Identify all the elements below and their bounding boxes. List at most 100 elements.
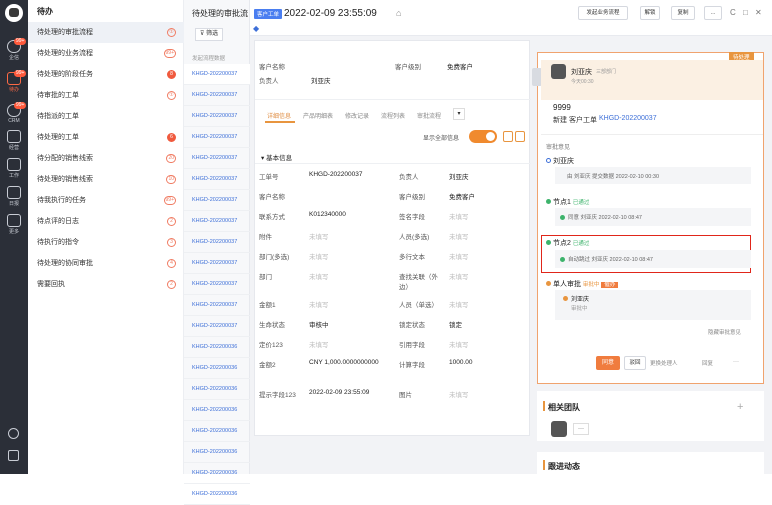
list-row[interactable]: KHGD-202200037 — [184, 85, 250, 106]
list-row[interactable]: KHGD-202200036 — [184, 337, 250, 358]
list-row[interactable]: KHGD-202200037 — [184, 316, 250, 337]
tab-approvals[interactable]: 审批流程 — [417, 111, 441, 120]
menu-item[interactable]: 待分配的销售线索 20 — [28, 148, 184, 169]
tab-history[interactable]: 修改记录 — [345, 111, 369, 120]
show-all-toggle[interactable] — [469, 130, 497, 143]
more-members-button[interactable]: ··· — [573, 423, 589, 435]
menu-item[interactable]: 待处理的阶段任务 8 — [28, 64, 184, 85]
team-avatar[interactable] — [551, 421, 567, 437]
field-value[interactable]: 刘亚庆 — [449, 171, 529, 181]
field-value[interactable]: KHGD-202200037 — [309, 171, 389, 178]
rail-item-more[interactable]: 更多 — [0, 214, 28, 235]
columns-icon[interactable] — [503, 131, 513, 142]
menu-item[interactable]: 待审批的工单 ① — [28, 85, 184, 106]
menu-item[interactable]: 待处理的工单 6 — [28, 127, 184, 148]
list-row[interactable]: KHGD-202200037 — [184, 169, 250, 190]
rail-item-work[interactable]: 工作 — [0, 158, 28, 179]
list-row[interactable]: KHGD-202200037 — [184, 148, 250, 169]
start-flow-button[interactable]: 发起业务流程 — [578, 6, 628, 20]
owner-label: 负责人 — [259, 78, 279, 85]
list-row[interactable]: KHGD-202200037 — [184, 295, 250, 316]
rail-label: 日报 — [8, 201, 19, 207]
rail-item-todo[interactable]: 待办 99+ — [0, 70, 28, 93]
list-row[interactable]: KHGD-202200037 — [184, 274, 250, 295]
rail-item-chat[interactable]: 企信 99+ — [0, 38, 28, 61]
menu-item[interactable]: 需要回执 2 — [28, 274, 184, 295]
field-value[interactable]: CNY 1,000.0000000000 — [309, 359, 389, 366]
tab-products[interactable]: 产品明细表 — [303, 111, 333, 120]
field-value[interactable]: 未填写 — [449, 211, 529, 221]
section-toggle[interactable]: ▾ 基本信息 — [261, 152, 292, 162]
field-value[interactable]: 未填写 — [449, 339, 529, 349]
pin-icon[interactable]: ◆ — [253, 24, 259, 33]
record-link[interactable]: KHGD-202200037 — [599, 115, 657, 122]
list-row[interactable]: KHGD-202200036 — [184, 442, 250, 463]
urge-button[interactable]: 催办 — [601, 282, 619, 288]
list-row[interactable]: KHGD-202200037 — [184, 253, 250, 274]
copy-button[interactable]: 复制 — [671, 6, 695, 20]
list-row[interactable]: KHGD-202200036 — [184, 379, 250, 400]
field-value[interactable]: 2022-02-09 23:55:09 — [309, 389, 389, 396]
menu-item[interactable]: 待处理的协同审批 4 — [28, 253, 184, 274]
list-row[interactable]: KHGD-202200036 — [184, 484, 250, 505]
list-row[interactable]: KHGD-202200037 — [184, 106, 250, 127]
list-row[interactable]: KHGD-202200036 — [184, 400, 250, 421]
reject-button[interactable]: 驳回 — [624, 356, 646, 370]
rail-item-crm[interactable]: CRM 99+ — [0, 102, 28, 124]
tab-flows[interactable]: 流程列表 — [381, 111, 405, 120]
menu-item[interactable]: 待我执行的任务 99+ — [28, 190, 184, 211]
settings-icon[interactable] — [8, 428, 19, 439]
field-value[interactable]: 未填写 — [449, 231, 529, 241]
field-value[interactable]: 未填写 — [449, 251, 529, 261]
unlock-button[interactable]: 解锁 — [640, 6, 660, 20]
reply-button[interactable]: 回复 — [702, 359, 713, 367]
apps-icon[interactable] — [8, 450, 19, 461]
add-member-button[interactable]: + — [737, 401, 743, 413]
list-row[interactable]: KHGD-202200037 — [184, 211, 250, 232]
list-row[interactable]: KHGD-202200036 — [184, 358, 250, 379]
menu-item[interactable]: 待指派的工单 — [28, 106, 184, 127]
field-value[interactable]: 未填写 — [449, 389, 529, 399]
field-value[interactable]: 锁定 — [449, 319, 529, 329]
more-actions-button[interactable]: ··· — [733, 359, 739, 365]
new-record-text: 新建 客户工单 — [553, 117, 597, 124]
list-row[interactable]: KHGD-202200036 — [184, 421, 250, 442]
table-icon[interactable] — [515, 131, 525, 142]
list-row[interactable]: KHGD-202200037 — [184, 64, 250, 85]
field-value[interactable]: 审核中 — [309, 319, 389, 329]
list-row[interactable]: KHGD-202200037 — [184, 127, 250, 148]
refresh-icon[interactable]: C — [730, 8, 736, 17]
menu-item[interactable]: 待执行的指令 3 — [28, 232, 184, 253]
field-value[interactable]: 未填写 — [309, 251, 389, 261]
filter-button[interactable]: ⊽ 筛选 — [195, 28, 224, 41]
tab-detail[interactable]: 详细信息 — [267, 111, 291, 120]
field-value[interactable]: 未填写 — [449, 271, 529, 281]
list-row[interactable]: KHGD-202200037 — [184, 232, 250, 253]
menu-item[interactable]: 待处理的业务流程 99+ — [28, 43, 184, 64]
field-value[interactable]: 免费客户 — [449, 191, 529, 201]
hide-opinions-link[interactable]: 隐藏审批意见 — [708, 328, 741, 336]
field-value[interactable]: 未填写 — [309, 231, 389, 241]
maximize-icon[interactable]: □ — [743, 8, 748, 17]
change-handler-button[interactable]: 更换处理人 — [650, 359, 678, 367]
field-value[interactable]: 未填写 — [309, 271, 389, 281]
field-value[interactable]: 未填写 — [449, 299, 529, 309]
tab-dropdown[interactable]: ▾ — [453, 108, 465, 120]
customer-level-value: 免费客户 — [447, 64, 473, 71]
field-value[interactable]: 未填写 — [309, 299, 389, 309]
lock-icon[interactable]: ⌂ — [396, 8, 401, 18]
rail-item-business[interactable]: 经营 — [0, 130, 28, 151]
menu-item[interactable]: 待处理的销售线索 10 — [28, 169, 184, 190]
field-value[interactable]: 未填写 — [309, 339, 389, 349]
app-logo-icon[interactable] — [5, 4, 23, 22]
close-icon[interactable]: ✕ — [755, 8, 762, 17]
more-button[interactable]: ... — [704, 6, 722, 20]
field-value[interactable]: K012340000 — [309, 211, 389, 218]
field-value[interactable]: 1000.00 — [449, 359, 529, 366]
menu-item[interactable]: 待点评的日志 2 — [28, 211, 184, 232]
list-row[interactable]: KHGD-202200037 — [184, 190, 250, 211]
menu-item[interactable]: 待处理的审批流程 ① — [28, 22, 184, 43]
rail-item-daily[interactable]: 日报 — [0, 186, 28, 207]
menu-item-count: ① — [167, 28, 176, 37]
agree-button[interactable]: 同意 — [596, 356, 620, 370]
